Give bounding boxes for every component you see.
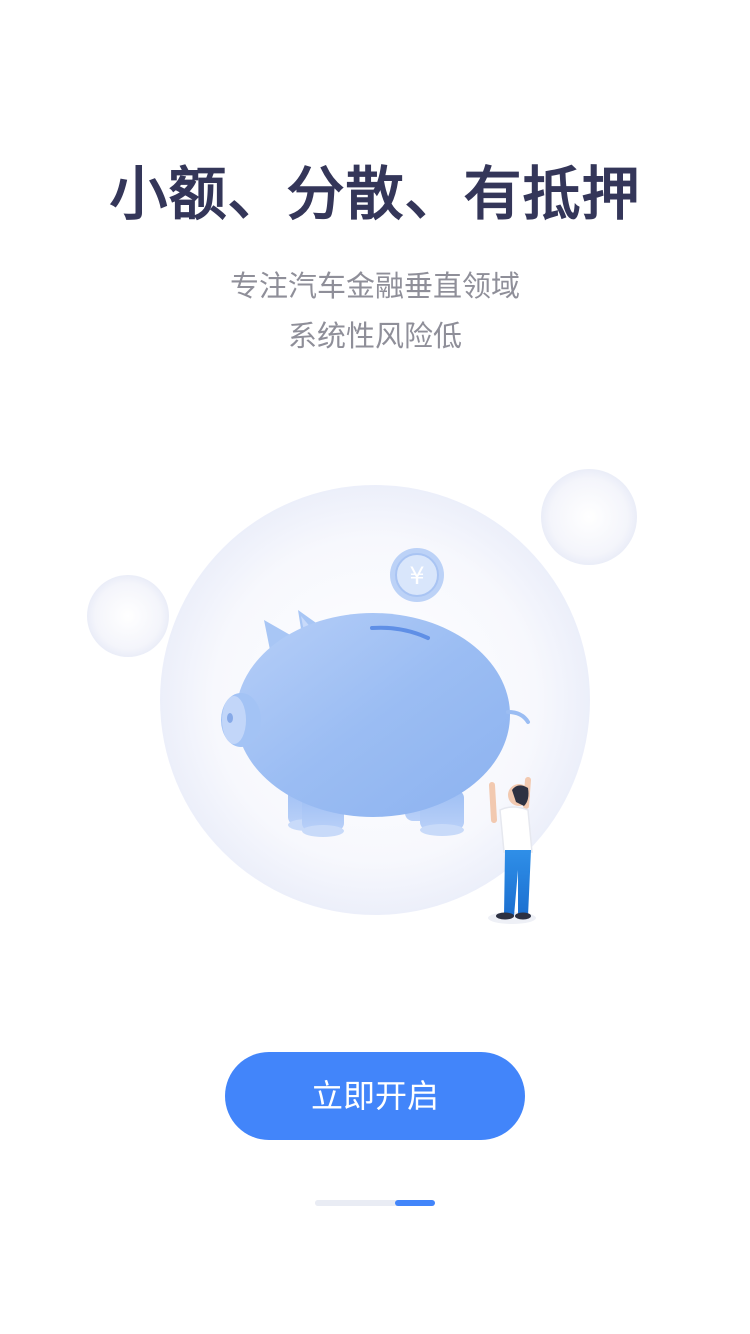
bubble-right [541, 469, 637, 565]
pig-snout [221, 693, 261, 747]
page-indicator-dot-1[interactable] [315, 1200, 395, 1206]
page-indicator [315, 1200, 435, 1206]
subtitle-line-1: 专注汽车金融垂直领域 [229, 269, 520, 303]
subtitle-line-2: 系统性风险低 [287, 319, 462, 353]
start-button[interactable]: 立即开启 [225, 1052, 525, 1140]
piggy-bank-illustration: ¥ [0, 450, 750, 950]
page-title: 小额、分散、有抵押 [109, 160, 641, 228]
bubble-left [87, 575, 169, 657]
coin-icon: ¥ [390, 548, 444, 602]
pig-body [236, 613, 510, 817]
svg-text:¥: ¥ [409, 562, 424, 590]
page-indicator-dot-2[interactable] [395, 1200, 435, 1206]
